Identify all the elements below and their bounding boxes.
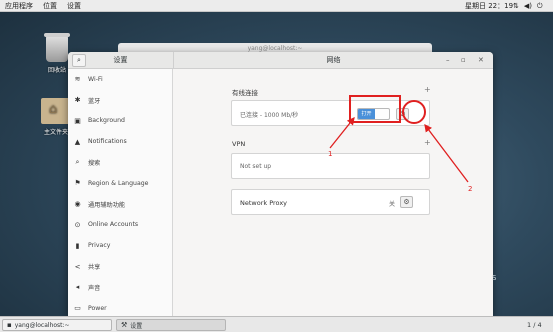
wallpaper-mark: S: [492, 274, 497, 282]
annotation-arrow-1: [329, 116, 355, 149]
annotation-label-1: 1: [328, 150, 333, 158]
taskbar-settings[interactable]: ⚒ 设置: [116, 319, 226, 331]
taskbar-terminal-label: yang@localhost:~: [14, 321, 70, 329]
taskbar-terminal[interactable]: ▪ yang@localhost:~: [2, 319, 112, 331]
annotation-arrow-2: [424, 123, 469, 183]
workspace-pager[interactable]: 1 / 4: [527, 319, 542, 331]
annotation-arrows: [329, 116, 469, 183]
taskbar: ▪ yang@localhost:~ ⚒ 设置 1 / 4: [0, 316, 553, 332]
taskbar-settings-label: 设置: [130, 322, 143, 330]
annotation-label-2: 2: [468, 185, 473, 193]
settings-icon: ⚒: [121, 321, 128, 329]
terminal-icon: ▪: [7, 321, 12, 329]
